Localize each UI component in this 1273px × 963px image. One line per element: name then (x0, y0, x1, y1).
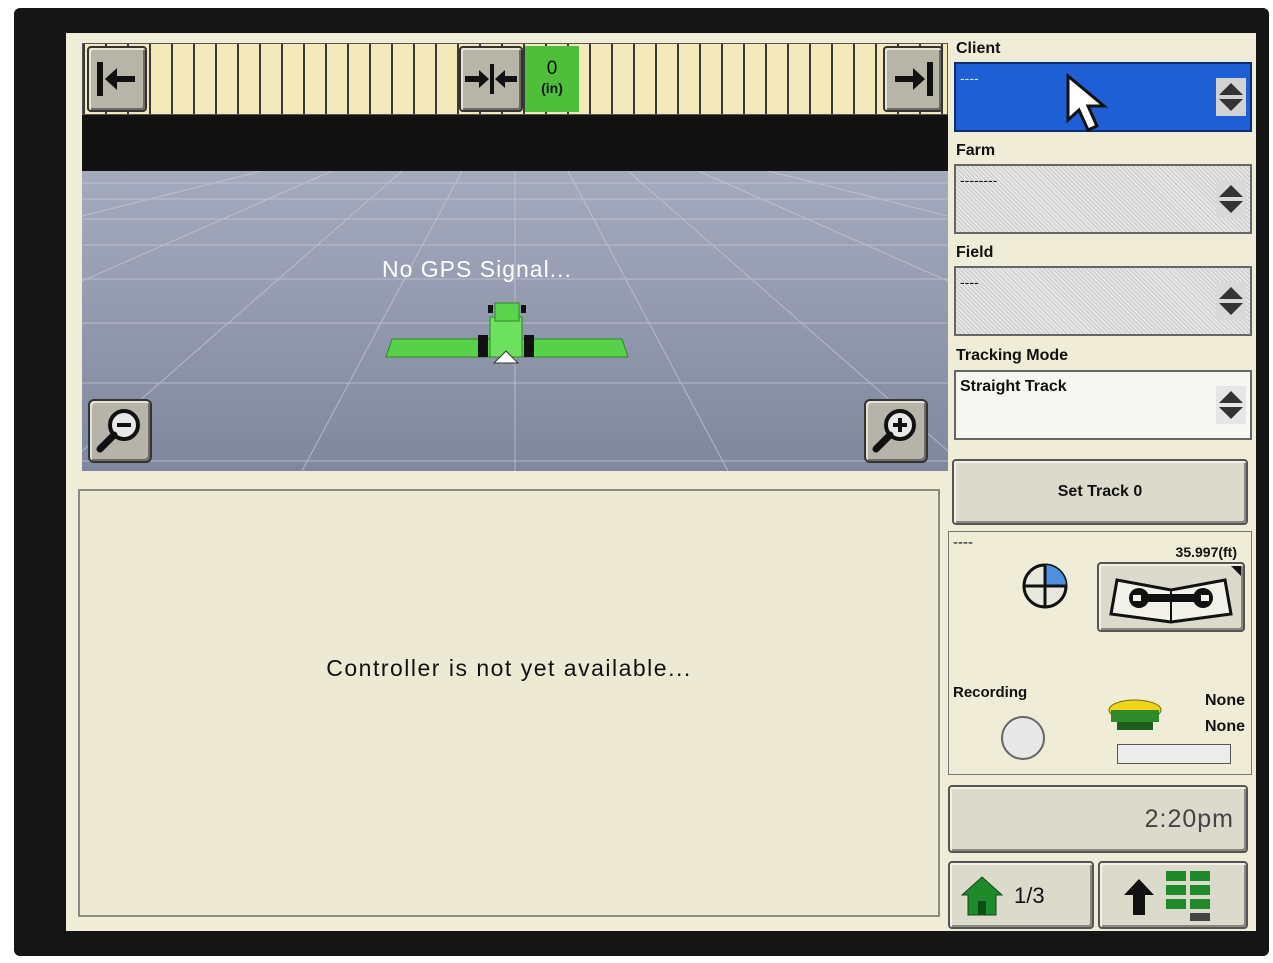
receiver-status-2: None (1205, 718, 1245, 735)
set-track-button[interactable]: Set Track 0 (952, 459, 1248, 525)
gps-receiver-icon (1108, 699, 1162, 730)
track-name: ---- (953, 534, 973, 551)
guidance-status-box: ---- 35.997(ft) Recording None None (948, 531, 1252, 775)
guidance-lightbar: 0 (in) (82, 43, 948, 115)
mouse-cursor-icon (1066, 72, 1109, 132)
gps-quadrant-icon (1022, 563, 1068, 609)
tracking-mode-dropdown[interactable]: Straight Track (954, 370, 1252, 440)
recording-label: Recording (953, 684, 1028, 701)
offset-unit: (in) (541, 80, 563, 96)
farm-spinner-icon (1216, 180, 1246, 218)
guidance-settings-button[interactable] (1097, 562, 1245, 632)
field-dropdown[interactable]: ---- (954, 266, 1252, 336)
page-indicator: 1/3 (1014, 883, 1045, 908)
field-value: ---- (960, 274, 979, 290)
client-label: Client (956, 40, 1001, 57)
vehicle-icon (385, 302, 629, 364)
shift-left-button[interactable] (87, 46, 147, 112)
field-label: Field (956, 244, 994, 261)
client-spinner-icon (1216, 78, 1246, 116)
zoom-out-button[interactable] (88, 399, 152, 463)
tracking-mode-value: Straight Track (960, 378, 1067, 395)
farm-value: -------- (960, 172, 998, 188)
tracking-mode-spinner-icon (1216, 386, 1246, 424)
farm-label: Farm (956, 142, 996, 159)
offset-value: 0 (546, 58, 558, 79)
receiver-status-1: None (1205, 692, 1245, 709)
center-track-button[interactable] (459, 46, 523, 112)
field-spinner-icon (1216, 282, 1246, 320)
gps-status-message: No GPS Signal... (382, 256, 572, 282)
zoom-out-icon (96, 409, 140, 453)
client-dropdown[interactable]: ---- (954, 62, 1252, 132)
clock-time: 2:20pm (1144, 805, 1234, 833)
status-band (82, 115, 948, 171)
center-track-icon (465, 64, 517, 94)
shift-right-button[interactable] (883, 46, 943, 112)
menu-grid-icon (1166, 871, 1210, 921)
offset-readout: 0 (in) (525, 46, 579, 112)
menu-up-button[interactable] (1098, 861, 1248, 929)
home-icon (960, 876, 1004, 916)
tracking-mode-label: Tracking Mode (956, 347, 1069, 364)
receiver-signal-bar (1117, 744, 1231, 764)
set-track-label: Set Track 0 (1057, 483, 1143, 500)
controller-panel: Controller is not yet available... (78, 489, 940, 917)
track-spacing: 35.997(ft) (1175, 544, 1237, 560)
up-arrow-icon (1124, 879, 1154, 915)
farm-dropdown[interactable]: -------- (954, 164, 1252, 234)
display-screen: 0 (in) No GPS Signal... Controller is no… (66, 33, 1256, 931)
client-value: ---- (960, 70, 979, 86)
wrench-book-icon (1109, 566, 1241, 624)
zoom-in-button[interactable] (864, 399, 928, 463)
recording-indicator-icon (1001, 716, 1045, 760)
guidance-map-view[interactable]: No GPS Signal... (82, 171, 948, 471)
clock-display: 2:20pm (948, 785, 1248, 853)
shift-left-icon (97, 62, 135, 96)
zoom-in-icon (872, 409, 916, 453)
controller-status-message: Controller is not yet available... (326, 655, 692, 681)
home-page-button[interactable]: 1/3 (948, 861, 1094, 929)
shift-right-icon (895, 62, 933, 96)
